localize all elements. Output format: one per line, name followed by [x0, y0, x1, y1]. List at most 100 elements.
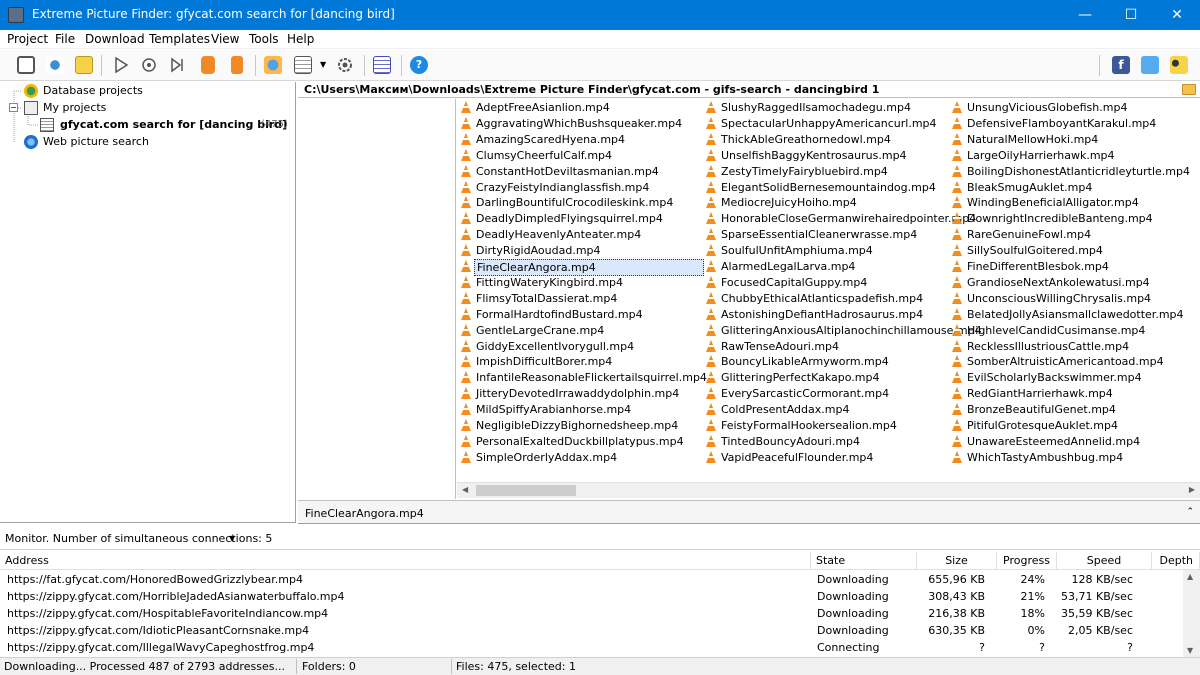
file-name: BleakSmugAuklet.mp4 [967, 180, 1093, 194]
log-icon[interactable] [373, 56, 391, 74]
view-dropdown-icon[interactable]: ▼ [320, 60, 326, 69]
view-mode-icon[interactable] [294, 56, 312, 74]
file-name: DeadlyHeavenlyAnteater.mp4 [476, 228, 642, 242]
vlc-cone-icon [461, 371, 471, 384]
database-icon[interactable] [201, 56, 215, 74]
selected-file-bar: FineClearAngora.mp4 ⌃ [298, 500, 1200, 524]
scroll-right-icon[interactable]: ▶ [1189, 485, 1195, 494]
file-name: FeistyFormalHookersealion.mp4 [721, 419, 897, 432]
menu-file[interactable]: File [55, 32, 75, 46]
menu-templates[interactable]: Templates [149, 32, 210, 46]
file-list: AdeptFreeAsianlion.mp4 AggravatingWhichBu… [457, 99, 1200, 482]
menu-tools[interactable]: Tools [249, 32, 279, 46]
web-search-icon[interactable] [264, 56, 282, 74]
tools-icon[interactable] [46, 56, 64, 74]
queue-icon[interactable] [231, 56, 243, 74]
cell-state: Downloading [817, 607, 889, 620]
settings-icon[interactable] [336, 56, 354, 74]
preview-pane [298, 99, 456, 499]
cell-progress: ? [1039, 641, 1045, 654]
vlc-cone-icon [461, 403, 471, 416]
vlc-cone-icon [706, 450, 716, 463]
vlc-cone-icon [706, 148, 716, 161]
file-name: ThickAbleGreathornedowl.mp4 [721, 132, 891, 146]
minimize-button[interactable]: — [1062, 0, 1108, 30]
tree-item-current-project[interactable]: gfycat.com search for [dancing bird] [60, 118, 287, 131]
vlc-cone-icon [461, 307, 471, 320]
vlc-cone-icon [461, 419, 471, 431]
tree-item-database-projects[interactable]: Database projects [43, 84, 143, 97]
edit-project-icon[interactable] [17, 56, 35, 74]
vlc-cone-icon [952, 450, 962, 463]
maximize-button[interactable]: ☐ [1108, 0, 1154, 30]
cell-size: 308,43 KB [928, 590, 985, 603]
vlc-cone-icon [461, 260, 471, 272]
file-name: HonorableCloseGermanwirehairedpointer.mp… [721, 212, 977, 226]
vlc-cone-icon [461, 212, 471, 225]
expand-icon[interactable]: ⌃ [1186, 507, 1194, 517]
column-header-depth[interactable]: Depth [1152, 552, 1200, 570]
file-name: BelatedJollyAsiansmallclawedotter.mp4 [967, 307, 1184, 321]
collapse-icon[interactable]: − [9, 103, 18, 112]
scroll-left-icon[interactable]: ◀ [462, 485, 468, 494]
cell-size: 630,35 KB [928, 624, 985, 637]
file-name: SlushyRaggedIlsamochadegu.mp4 [721, 101, 911, 114]
file-name: SoulfulUnfitAmphiuma.mp4 [721, 244, 873, 258]
cell-address: https://zippy.gfycat.com/HorribleJadedAs… [7, 590, 345, 603]
vlc-cone-icon [706, 371, 716, 384]
record-icon[interactable] [140, 56, 158, 74]
file-name: AstonishingDefiantHadrosaurus.mp4 [721, 307, 924, 321]
vlc-cone-icon [706, 339, 716, 352]
start-icon[interactable] [112, 56, 130, 74]
facebook-icon[interactable]: f [1112, 56, 1130, 74]
project-tree: Database projects − My projects gfycat.c… [0, 82, 296, 523]
folder-icon[interactable] [1182, 84, 1196, 95]
tree-item-web-search[interactable]: Web picture search [43, 135, 149, 148]
vlc-cone-icon [706, 323, 716, 336]
vlc-cone-icon [461, 323, 471, 336]
cell-speed: 128 KB/sec [1071, 573, 1133, 586]
vlc-cone-icon [706, 307, 716, 320]
comment-icon[interactable] [75, 56, 93, 74]
horizontal-scrollbar[interactable]: ◀ ▶ [457, 482, 1200, 498]
file-name: GlitteringPerfectKakapo.mp4 [721, 371, 880, 385]
column-header-progress[interactable]: Progress [997, 552, 1057, 570]
file-name: EvilScholarlyBackswimmer.mp4 [967, 371, 1142, 385]
scroll-down-icon[interactable]: ▼ [1187, 646, 1193, 655]
scroll-thumb[interactable] [476, 485, 576, 496]
column-header-address[interactable]: Address [0, 552, 811, 570]
vertical-scrollbar[interactable]: ▲ ▼ [1183, 570, 1200, 657]
vlc-cone-icon [952, 339, 962, 352]
vlc-cone-icon [706, 212, 716, 225]
menu-project[interactable]: Project [7, 32, 48, 46]
database-projects-icon [24, 84, 38, 98]
menu-bar: Project File Download Templates View Too… [0, 30, 1200, 49]
cell-size: 216,38 KB [928, 607, 985, 620]
step-icon[interactable] [169, 56, 187, 74]
menu-download[interactable]: Download [85, 32, 145, 46]
file-name: FineDifferentBlesbok.mp4 [967, 260, 1109, 273]
help-icon[interactable]: ? [410, 56, 428, 74]
community-icon[interactable] [1170, 56, 1188, 74]
column-header-state[interactable]: State [811, 552, 917, 570]
tree-item-my-projects[interactable]: My projects [43, 101, 106, 114]
column-header-speed[interactable]: Speed [1057, 552, 1152, 570]
vlc-cone-icon [461, 148, 471, 161]
vlc-cone-icon [461, 355, 471, 368]
project-count-badge: (475) [261, 119, 288, 130]
path-bar: C:\Users\Максим\Downloads\Extreme Pictur… [298, 82, 1200, 98]
menu-help[interactable]: Help [287, 32, 314, 46]
scroll-up-icon[interactable]: ▲ [1187, 572, 1193, 581]
vlc-cone-icon [706, 403, 716, 416]
vlc-cone-icon [952, 434, 962, 447]
menu-view[interactable]: View [211, 32, 239, 46]
file-name: VapidPeacefulFlounder.mp4 [721, 450, 874, 464]
app-icon [8, 7, 24, 23]
twitter-icon[interactable] [1141, 56, 1159, 74]
column-header-size[interactable]: Size [917, 552, 997, 570]
close-button[interactable]: ✕ [1154, 0, 1200, 30]
cell-progress: 21% [1020, 590, 1045, 603]
file-name: TintedBouncyAdouri.mp4 [721, 434, 861, 448]
vlc-cone-icon [952, 291, 962, 304]
connections-dropdown-icon[interactable]: ▼ [229, 534, 235, 543]
